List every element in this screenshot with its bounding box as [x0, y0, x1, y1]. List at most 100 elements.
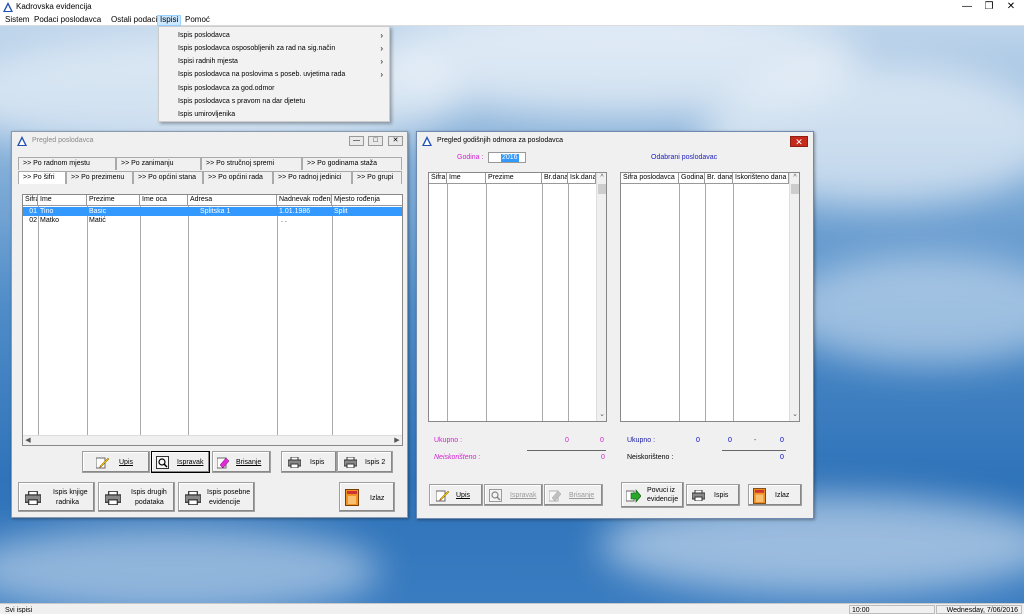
horizontal-scrollbar[interactable]: ◀ ▶: [23, 435, 402, 445]
scroll-left-icon[interactable]: ◀: [23, 436, 33, 445]
column-header[interactable]: Šifra poslodavca: [621, 173, 679, 184]
maximize-icon[interactable]: □: [368, 136, 383, 146]
minimize-icon[interactable]: —: [349, 136, 364, 146]
menu-item-posebni-uvjeti[interactable]: Ispis poslodavca na poslovima s poseb. u…: [159, 68, 389, 81]
minimize-icon[interactable]: —: [956, 0, 978, 14]
restore-icon[interactable]: ❐: [978, 0, 1000, 14]
scroll-thumb[interactable]: [598, 184, 606, 194]
tab-po-radnoj-jedinici[interactable]: >> Po radnoj jedinici: [273, 171, 352, 184]
poslodavci-table[interactable]: Šifra Ime Prezime Ime oca Adresa Nadneva…: [22, 194, 403, 446]
menu-pomoc[interactable]: Pomoć: [183, 15, 212, 26]
column-header[interactable]: Prezime: [87, 195, 140, 206]
chevron-right-icon: ›: [380, 31, 383, 40]
brisanje-button[interactable]: Brisanje: [544, 484, 603, 506]
izlaz-button[interactable]: Izlaz: [339, 482, 395, 512]
menu-item-label: Ispis poslodavca za god.odmor: [178, 85, 275, 92]
tab-po-prezimenu[interactable]: >> Po prezimenu: [66, 171, 133, 184]
divider: [722, 450, 786, 451]
upis-button[interactable]: Upis: [82, 451, 150, 473]
menu-item-label: Ispis poslodavca osposobljenih za rad na…: [178, 45, 336, 52]
column-header[interactable]: Br.dana: [542, 173, 568, 184]
ispravak-button[interactable]: Ispravak: [484, 484, 543, 506]
menu-sistem[interactable]: Sistem: [3, 15, 31, 26]
window-title-text: Pregled poslodavca: [32, 137, 94, 144]
scroll-right-icon[interactable]: ▶: [392, 436, 402, 445]
column-header[interactable]: Šifra: [23, 195, 38, 206]
povuci-iz-evidencije-button[interactable]: Povuci iz evidencije: [621, 482, 684, 508]
ispis-2-button[interactable]: Ispis 2: [337, 451, 393, 473]
column-header[interactable]: Šifra: [429, 173, 447, 184]
cell-adresa: [188, 216, 277, 225]
app-logo-icon: [422, 136, 432, 146]
tab-po-radnom-mjestu[interactable]: >> Po radnom mjestu: [18, 157, 116, 170]
printer-icon: [692, 490, 705, 501]
column-header[interactable]: Isk.dana: [568, 173, 596, 184]
menu-item-god-odmor[interactable]: Ispis poslodavca za god.odmor: [159, 82, 389, 95]
menu-item-dar-djetetu[interactable]: Ispis poslodavca s pravom na dar djetetu: [159, 95, 389, 108]
column-header[interactable]: Ime: [38, 195, 87, 206]
scroll-down-icon[interactable]: ⌄: [790, 410, 799, 420]
menu-item-umirovljenici[interactable]: Ispis umirovljenika: [159, 108, 389, 121]
cell-ime-oca: [140, 216, 188, 225]
close-icon[interactable]: ✕: [790, 136, 808, 147]
scroll-up-icon[interactable]: ^: [597, 173, 606, 183]
app-title-bar: Kadrovska evidencija — ❐ ✕: [0, 0, 1024, 14]
window-title: Pregled godišnjih odmora za poslodavca: [417, 132, 813, 150]
upis-button[interactable]: Upis: [429, 484, 483, 506]
tab-po-opcini-stana[interactable]: >> Po općini stana: [133, 171, 203, 184]
magnifier-icon: [489, 489, 502, 502]
tab-po-grupi[interactable]: >> Po grupi: [352, 171, 402, 184]
menu-ispisi[interactable]: Ispisi: [157, 15, 182, 26]
cell-mjesto: [332, 216, 402, 225]
tab-po-sifri[interactable]: >> Po šifri: [18, 171, 66, 184]
tab-po-godinama-staza[interactable]: >> Po godinama staža: [302, 157, 402, 170]
printer-icon: [105, 491, 121, 505]
cell-mjesto: Split: [334, 208, 348, 215]
column-header[interactable]: Mjesto rođenja: [332, 195, 402, 206]
column-header[interactable]: Iskorišteno dana: [733, 173, 789, 184]
menu-item-osposobljeni[interactable]: Ispis poslodavca osposobljenih za rad na…: [159, 42, 389, 55]
table-row[interactable]: 01 Tino Basic Splitska 1 1.01.1986 Split: [23, 207, 402, 216]
ispis-button[interactable]: Ispis: [686, 484, 740, 506]
close-icon[interactable]: ✕: [1000, 0, 1022, 14]
ispis-button[interactable]: Ispis: [281, 451, 337, 473]
column-header[interactable]: Godina: [679, 173, 705, 184]
scroll-thumb[interactable]: [791, 184, 799, 194]
status-date: Wednesday, 7/06/2016: [936, 605, 1022, 614]
menu-ostali-podaci[interactable]: Ostali podaci: [109, 15, 159, 26]
vertical-scrollbar[interactable]: ^ ⌄: [789, 173, 799, 421]
ispravak-button[interactable]: Ispravak: [151, 451, 210, 473]
column-header[interactable]: Prezime: [486, 173, 542, 184]
ispis-drugih-podataka-button[interactable]: Ispis drugih podataka: [98, 482, 175, 512]
table-row[interactable]: 02 Matko Matić . .: [23, 216, 402, 225]
ispis-posebne-evidencije-button[interactable]: Ispis posebne evidencije: [178, 482, 255, 512]
column-header[interactable]: Ime: [447, 173, 486, 184]
column-header[interactable]: Br. dana: [705, 173, 733, 184]
column-header[interactable]: Ime oca: [140, 195, 188, 206]
cell-adresa: Splitska 1: [200, 208, 231, 215]
menu-item-radna-mjesta[interactable]: Ispisi radnih mjesta ›: [159, 55, 389, 68]
tab-po-strucnoj-spremi[interactable]: >> Po stručnoj spremi: [201, 157, 302, 170]
ispis-knjige-radnika-button[interactable]: Ispis knjige radnika: [18, 482, 95, 512]
column-header[interactable]: Adresa: [188, 195, 277, 206]
scroll-down-icon[interactable]: ⌄: [597, 410, 606, 420]
odabrani-poslodavac-table[interactable]: Šifra poslodavca Godina Br. dana Iskoriš…: [620, 172, 800, 422]
ispisi-dropdown-menu: Ispis poslodavca › Ispis poslodavca ospos…: [158, 26, 390, 122]
neiskoristeno-value: 0: [601, 454, 605, 461]
menu-item-ispis-poslodavca[interactable]: Ispis poslodavca ›: [159, 29, 389, 42]
tab-po-zanimanju[interactable]: >> Po zanimanju: [116, 157, 201, 170]
scroll-up-icon[interactable]: ^: [790, 173, 799, 183]
godina-input[interactable]: 2016: [488, 152, 526, 163]
button-label: Ispis knjige: [53, 489, 88, 496]
ukupno-iskoristeno: 0: [780, 437, 784, 444]
zaposlenici-table[interactable]: Šifra Ime Prezime Br.dana Isk.dana ^ ⌄: [428, 172, 607, 422]
tab-po-opcini-rada[interactable]: >> Po općini rada: [203, 171, 273, 184]
vertical-scrollbar[interactable]: ^ ⌄: [596, 173, 606, 421]
column-header[interactable]: Nadnevak rođenja: [277, 195, 332, 206]
close-icon[interactable]: ✕: [388, 136, 403, 146]
menu-podaci-poslodavca[interactable]: Podaci poslodavca: [32, 15, 103, 26]
button-label: evidencije: [209, 499, 241, 506]
menu-item-label: Ispis poslodavca na poslovima s poseb. u…: [178, 71, 346, 78]
izlaz-button[interactable]: Izlaz: [748, 484, 802, 506]
brisanje-button[interactable]: Brisanje: [212, 451, 271, 473]
